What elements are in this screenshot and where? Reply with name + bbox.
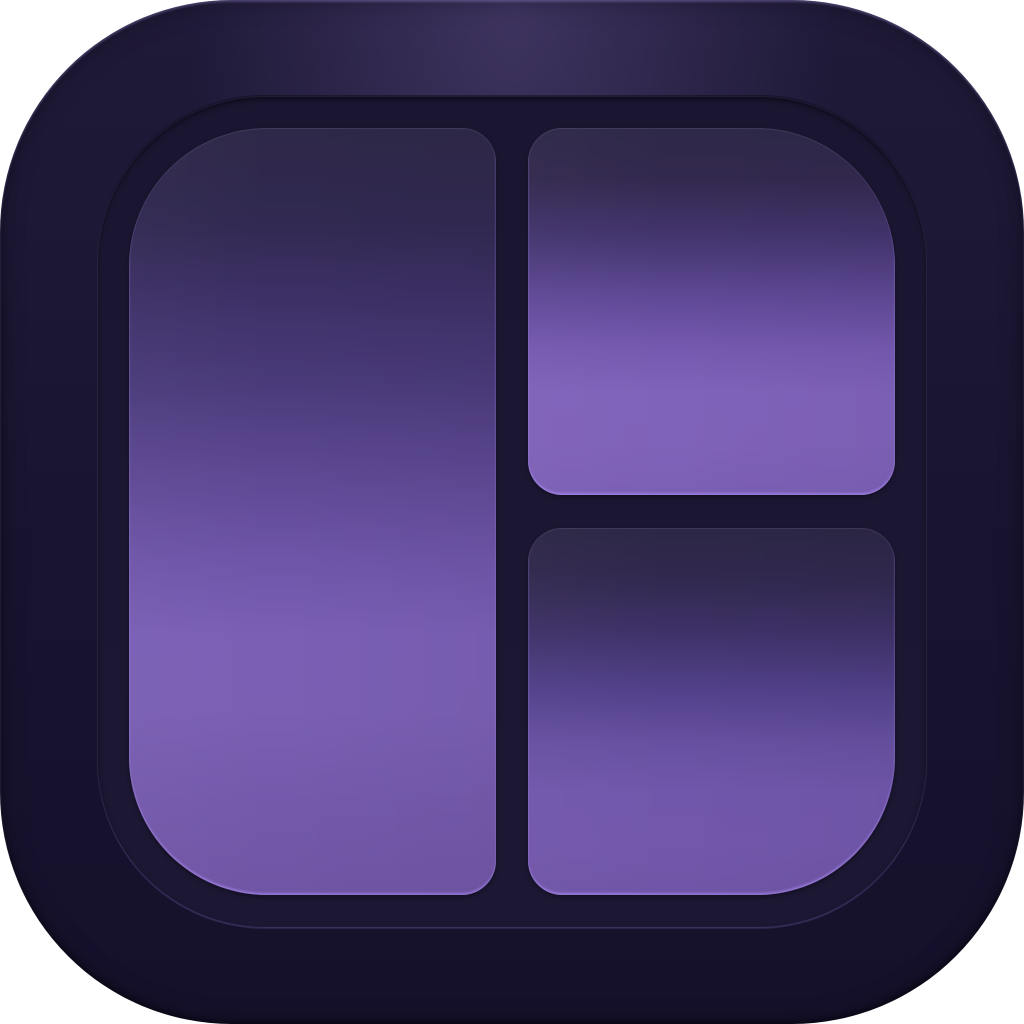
bottom-right-panel-gloss [528, 528, 895, 895]
left-panel-gloss [129, 128, 496, 895]
top-right-panel-gloss [528, 128, 895, 495]
left-panel [129, 128, 496, 895]
top-right-panel [528, 128, 895, 495]
bottom-right-panel [528, 528, 895, 895]
app-icon-canvas [0, 0, 1024, 1024]
